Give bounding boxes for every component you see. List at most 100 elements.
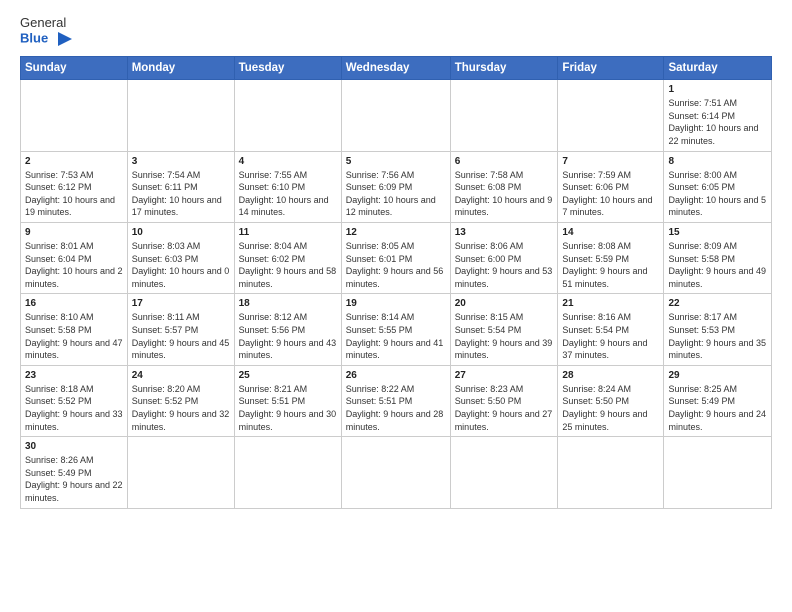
table-row: 12Sunrise: 8:05 AM Sunset: 6:01 PM Dayli… — [341, 223, 450, 294]
day-info: Sunrise: 7:58 AM Sunset: 6:08 PM Dayligh… — [455, 169, 554, 219]
table-row: 19Sunrise: 8:14 AM Sunset: 5:55 PM Dayli… — [341, 294, 450, 365]
day-number: 19 — [346, 297, 446, 311]
day-number: 12 — [346, 226, 446, 240]
table-row: 20Sunrise: 8:15 AM Sunset: 5:54 PM Dayli… — [450, 294, 558, 365]
table-row: 23Sunrise: 8:18 AM Sunset: 5:52 PM Dayli… — [21, 365, 128, 436]
day-number: 6 — [455, 155, 554, 169]
day-info: Sunrise: 7:54 AM Sunset: 6:11 PM Dayligh… — [132, 169, 230, 219]
table-row: 9Sunrise: 8:01 AM Sunset: 6:04 PM Daylig… — [21, 223, 128, 294]
table-row: 3Sunrise: 7:54 AM Sunset: 6:11 PM Daylig… — [127, 151, 234, 222]
table-row — [234, 437, 341, 508]
table-row: 4Sunrise: 7:55 AM Sunset: 6:10 PM Daylig… — [234, 151, 341, 222]
table-row: 6Sunrise: 7:58 AM Sunset: 6:08 PM Daylig… — [450, 151, 558, 222]
table-row — [341, 80, 450, 151]
day-info: Sunrise: 8:17 AM Sunset: 5:53 PM Dayligh… — [668, 311, 767, 361]
table-row: 5Sunrise: 7:56 AM Sunset: 6:09 PM Daylig… — [341, 151, 450, 222]
day-info: Sunrise: 8:06 AM Sunset: 6:00 PM Dayligh… — [455, 240, 554, 290]
table-row — [450, 80, 558, 151]
day-info: Sunrise: 7:55 AM Sunset: 6:10 PM Dayligh… — [239, 169, 337, 219]
table-row — [341, 437, 450, 508]
table-row: 10Sunrise: 8:03 AM Sunset: 6:03 PM Dayli… — [127, 223, 234, 294]
table-row: 8Sunrise: 8:00 AM Sunset: 6:05 PM Daylig… — [664, 151, 772, 222]
day-info: Sunrise: 8:12 AM Sunset: 5:56 PM Dayligh… — [239, 311, 337, 361]
col-thursday: Thursday — [450, 57, 558, 80]
day-info: Sunrise: 8:26 AM Sunset: 5:49 PM Dayligh… — [25, 454, 123, 504]
day-info: Sunrise: 8:23 AM Sunset: 5:50 PM Dayligh… — [455, 383, 554, 433]
calendar-week-row: 9Sunrise: 8:01 AM Sunset: 6:04 PM Daylig… — [21, 223, 772, 294]
day-info: Sunrise: 8:08 AM Sunset: 5:59 PM Dayligh… — [562, 240, 659, 290]
table-row — [127, 437, 234, 508]
table-row: 26Sunrise: 8:22 AM Sunset: 5:51 PM Dayli… — [341, 365, 450, 436]
day-info: Sunrise: 8:25 AM Sunset: 5:49 PM Dayligh… — [668, 383, 767, 433]
day-number: 9 — [25, 226, 123, 240]
table-row: 15Sunrise: 8:09 AM Sunset: 5:58 PM Dayli… — [664, 223, 772, 294]
day-number: 28 — [562, 369, 659, 383]
day-info: Sunrise: 8:09 AM Sunset: 5:58 PM Dayligh… — [668, 240, 767, 290]
table-row: 2Sunrise: 7:53 AM Sunset: 6:12 PM Daylig… — [21, 151, 128, 222]
calendar-header-row: Sunday Monday Tuesday Wednesday Thursday… — [21, 57, 772, 80]
day-info: Sunrise: 8:24 AM Sunset: 5:50 PM Dayligh… — [562, 383, 659, 433]
day-number: 5 — [346, 155, 446, 169]
day-number: 2 — [25, 155, 123, 169]
day-info: Sunrise: 8:11 AM Sunset: 5:57 PM Dayligh… — [132, 311, 230, 361]
calendar-week-row: 23Sunrise: 8:18 AM Sunset: 5:52 PM Dayli… — [21, 365, 772, 436]
table-row — [21, 80, 128, 151]
day-number: 22 — [668, 297, 767, 311]
col-monday: Monday — [127, 57, 234, 80]
table-row — [558, 80, 664, 151]
table-row — [450, 437, 558, 508]
col-saturday: Saturday — [664, 57, 772, 80]
day-info: Sunrise: 8:20 AM Sunset: 5:52 PM Dayligh… — [132, 383, 230, 433]
day-info: Sunrise: 8:22 AM Sunset: 5:51 PM Dayligh… — [346, 383, 446, 433]
table-row — [127, 80, 234, 151]
page: General Blue Sunday Monday Tuesday Wedne… — [0, 0, 792, 612]
table-row — [558, 437, 664, 508]
table-row: 7Sunrise: 7:59 AM Sunset: 6:06 PM Daylig… — [558, 151, 664, 222]
day-info: Sunrise: 8:18 AM Sunset: 5:52 PM Dayligh… — [25, 383, 123, 433]
calendar-week-row: 1Sunrise: 7:51 AM Sunset: 6:14 PM Daylig… — [21, 80, 772, 151]
logo: General Blue — [20, 16, 72, 48]
day-number: 7 — [562, 155, 659, 169]
day-info: Sunrise: 8:01 AM Sunset: 6:04 PM Dayligh… — [25, 240, 123, 290]
day-number: 21 — [562, 297, 659, 311]
calendar-week-row: 16Sunrise: 8:10 AM Sunset: 5:58 PM Dayli… — [21, 294, 772, 365]
day-number: 16 — [25, 297, 123, 311]
table-row — [664, 437, 772, 508]
day-number: 1 — [668, 83, 767, 97]
day-number: 18 — [239, 297, 337, 311]
table-row: 28Sunrise: 8:24 AM Sunset: 5:50 PM Dayli… — [558, 365, 664, 436]
day-number: 20 — [455, 297, 554, 311]
day-info: Sunrise: 8:04 AM Sunset: 6:02 PM Dayligh… — [239, 240, 337, 290]
day-info: Sunrise: 7:59 AM Sunset: 6:06 PM Dayligh… — [562, 169, 659, 219]
day-info: Sunrise: 7:56 AM Sunset: 6:09 PM Dayligh… — [346, 169, 446, 219]
day-number: 14 — [562, 226, 659, 240]
day-info: Sunrise: 8:05 AM Sunset: 6:01 PM Dayligh… — [346, 240, 446, 290]
day-number: 30 — [25, 440, 123, 454]
day-number: 29 — [668, 369, 767, 383]
table-row: 14Sunrise: 8:08 AM Sunset: 5:59 PM Dayli… — [558, 223, 664, 294]
table-row: 29Sunrise: 8:25 AM Sunset: 5:49 PM Dayli… — [664, 365, 772, 436]
day-info: Sunrise: 8:10 AM Sunset: 5:58 PM Dayligh… — [25, 311, 123, 361]
day-number: 17 — [132, 297, 230, 311]
col-tuesday: Tuesday — [234, 57, 341, 80]
day-info: Sunrise: 8:21 AM Sunset: 5:51 PM Dayligh… — [239, 383, 337, 433]
calendar-table: Sunday Monday Tuesday Wednesday Thursday… — [20, 56, 772, 508]
calendar-week-row: 2Sunrise: 7:53 AM Sunset: 6:12 PM Daylig… — [21, 151, 772, 222]
day-info: Sunrise: 7:53 AM Sunset: 6:12 PM Dayligh… — [25, 169, 123, 219]
table-row: 22Sunrise: 8:17 AM Sunset: 5:53 PM Dayli… — [664, 294, 772, 365]
table-row — [234, 80, 341, 151]
table-row: 1Sunrise: 7:51 AM Sunset: 6:14 PM Daylig… — [664, 80, 772, 151]
day-number: 8 — [668, 155, 767, 169]
day-number: 10 — [132, 226, 230, 240]
table-row: 17Sunrise: 8:11 AM Sunset: 5:57 PM Dayli… — [127, 294, 234, 365]
logo-text: General Blue — [20, 16, 72, 48]
calendar-week-row: 30Sunrise: 8:26 AM Sunset: 5:49 PM Dayli… — [21, 437, 772, 508]
day-info: Sunrise: 8:15 AM Sunset: 5:54 PM Dayligh… — [455, 311, 554, 361]
table-row: 27Sunrise: 8:23 AM Sunset: 5:50 PM Dayli… — [450, 365, 558, 436]
table-row: 18Sunrise: 8:12 AM Sunset: 5:56 PM Dayli… — [234, 294, 341, 365]
col-wednesday: Wednesday — [341, 57, 450, 80]
col-sunday: Sunday — [21, 57, 128, 80]
day-number: 24 — [132, 369, 230, 383]
day-number: 27 — [455, 369, 554, 383]
day-number: 23 — [25, 369, 123, 383]
